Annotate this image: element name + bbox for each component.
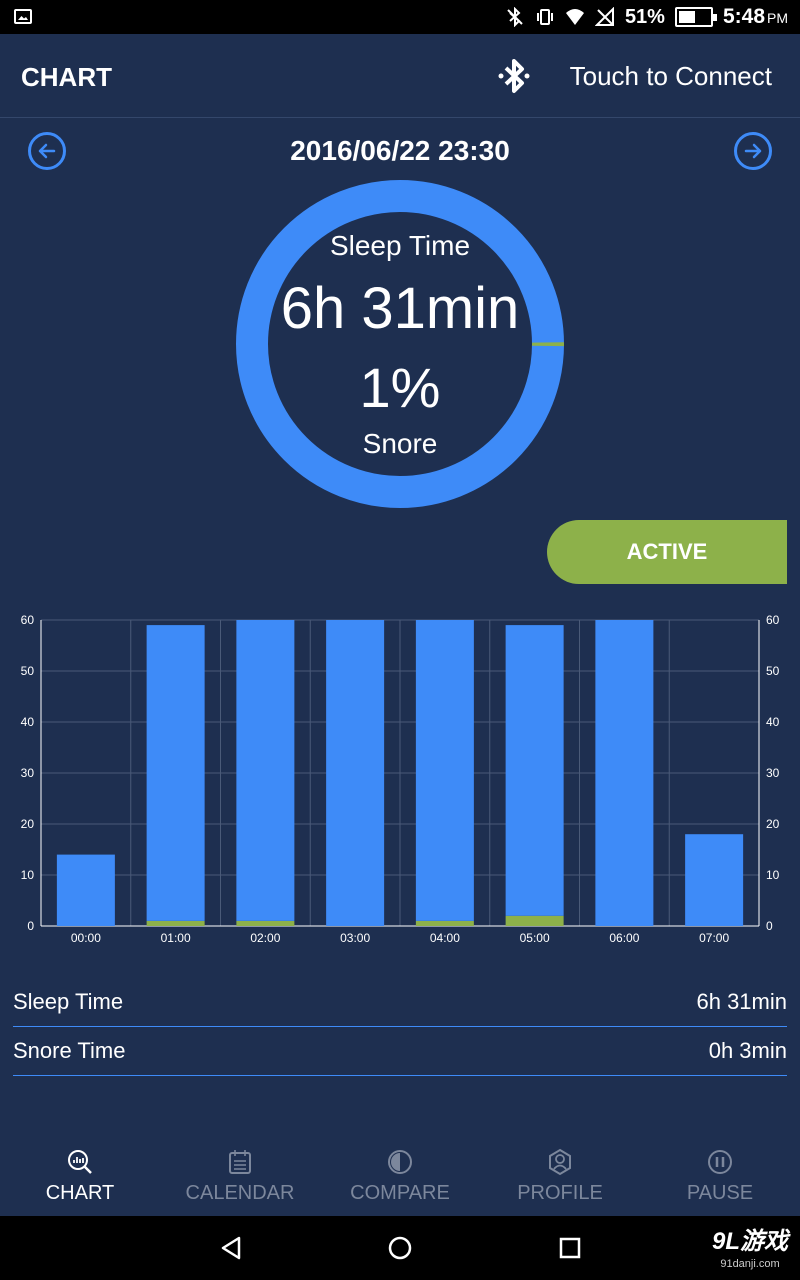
y-tick-label-left: 40 — [21, 715, 35, 729]
calendar-icon — [229, 1150, 251, 1174]
tab-profile[interactable]: PROFILE — [480, 1148, 640, 1216]
hourly-sleep-chart: 0 0 10 10 20 20 30 30 40 40 50 50 60 60 00:00 01:00 02:0… — [21, 613, 780, 945]
ring-snore-label: Snore — [362, 428, 438, 459]
bar-sleep — [505, 625, 564, 916]
bar-snore — [415, 920, 474, 926]
y-tick-label-left: 60 — [21, 613, 35, 627]
battery-percent: 51% — [624, 5, 665, 28]
x-tick-label: 05:00 — [520, 931, 550, 945]
image-notification-icon — [14, 9, 32, 24]
vibrate-icon — [535, 7, 555, 27]
ring-sleep-label: Sleep Time — [329, 230, 471, 261]
y-tick-label-right: 30 — [766, 766, 780, 780]
summary-label: Sleep Time — [13, 989, 124, 1014]
pause-icon — [708, 1150, 732, 1174]
bluetooth-off-icon — [505, 7, 525, 27]
chart-search-icon — [68, 1150, 92, 1174]
y-tick-label-right: 40 — [766, 715, 780, 729]
summary-value: 0h 3min — [708, 1038, 787, 1063]
ring-snore-percent: 1% — [359, 356, 441, 419]
summary-row-snore-time: Snore Time 0h 3min — [13, 1027, 787, 1076]
x-tick-label: 07:00 — [699, 931, 729, 945]
y-tick-label-left: 20 — [21, 817, 35, 831]
summary-row-sleep-time: Sleep Time 6h 31min — [13, 978, 787, 1027]
x-tick-label: 00:00 — [71, 931, 101, 945]
back-icon[interactable] — [217, 1234, 245, 1262]
compare-icon — [388, 1150, 412, 1174]
tab-label: CALENDAR — [185, 1182, 295, 1204]
watermark: 9L游戏 91danji.com — [712, 1230, 788, 1272]
wifi-icon — [565, 7, 585, 27]
y-tick-label-left: 10 — [21, 868, 35, 882]
active-button[interactable]: ACTIVE — [547, 520, 787, 584]
bar-sleep — [56, 854, 115, 926]
bar-sleep — [326, 620, 385, 926]
tab-label: COMPARE — [350, 1182, 450, 1204]
bar-snore — [236, 920, 295, 926]
status-icons: 51% 5:48 PM — [505, 0, 788, 34]
x-tick-label: 06:00 — [609, 931, 639, 945]
bluetooth-icon[interactable] — [496, 56, 532, 96]
y-tick-label-right: 50 — [766, 664, 780, 678]
y-tick-label-right: 10 — [766, 868, 780, 882]
bar-snore — [146, 920, 205, 926]
y-tick-label-right: 20 — [766, 817, 780, 831]
y-tick-label-left: 50 — [21, 664, 35, 678]
ring-sleep-value: 6h 31min — [280, 276, 520, 341]
summary-value: 6h 31min — [696, 989, 787, 1014]
no-signal-icon — [594, 7, 615, 27]
status-bar: 51% 5:48 PM — [0, 0, 800, 34]
system-navigation-bar: 9L游戏 91danji.com — [0, 1216, 800, 1280]
watermark-brand: 9L游戏 — [711, 1228, 788, 1255]
x-tick-label: 03:00 — [340, 931, 370, 945]
tab-label: CHART — [45, 1182, 115, 1204]
home-icon[interactable] — [386, 1234, 414, 1262]
bar-snore — [505, 915, 564, 926]
x-tick-label: 01:00 — [161, 931, 191, 945]
recent-apps-icon[interactable] — [556, 1234, 584, 1262]
tab-label: PROFILE — [517, 1182, 603, 1204]
y-tick-label-left: 0 — [27, 919, 34, 933]
watermark-site: 91danji.com — [720, 1258, 780, 1270]
tab-calendar[interactable]: CALENDAR — [160, 1148, 320, 1216]
touch-to-connect-button[interactable]: Touch to Connect — [570, 61, 772, 92]
clock: 5:48 PM — [723, 5, 788, 29]
bar-sleep — [236, 620, 295, 921]
tab-label: PAUSE — [686, 1182, 754, 1204]
bar-sleep — [146, 625, 205, 921]
bar-sleep — [595, 620, 654, 926]
clock-ampm: PM — [767, 10, 788, 26]
clock-time: 5:48 — [722, 5, 765, 28]
app-header: CHART Touch to Connect — [0, 34, 800, 118]
tab-pause[interactable]: PAUSE — [640, 1148, 800, 1216]
page-title: CHART — [21, 62, 112, 92]
summary-label: Snore Time — [13, 1038, 126, 1063]
arrow-right-icon — [744, 143, 762, 159]
battery-icon — [674, 7, 717, 27]
current-date: 2016/06/22 23:30 — [290, 135, 510, 166]
y-tick-label-left: 30 — [21, 766, 35, 780]
y-tick-label-right: 60 — [766, 613, 780, 627]
next-date-button[interactable] — [734, 132, 772, 170]
x-tick-label: 04:00 — [430, 931, 460, 945]
profile-icon — [549, 1148, 571, 1176]
bar-sleep — [415, 620, 474, 921]
x-tick-label: 02:00 — [250, 931, 280, 945]
tab-chart[interactable]: CHART — [0, 1148, 160, 1216]
tab-compare[interactable]: COMPARE — [320, 1148, 480, 1216]
bar-sleep — [685, 834, 744, 926]
bottom-tab-bar: CHART CALENDAR COMPARE PROFILE PAUSE — [0, 1148, 800, 1216]
y-tick-label-right: 0 — [766, 919, 773, 933]
